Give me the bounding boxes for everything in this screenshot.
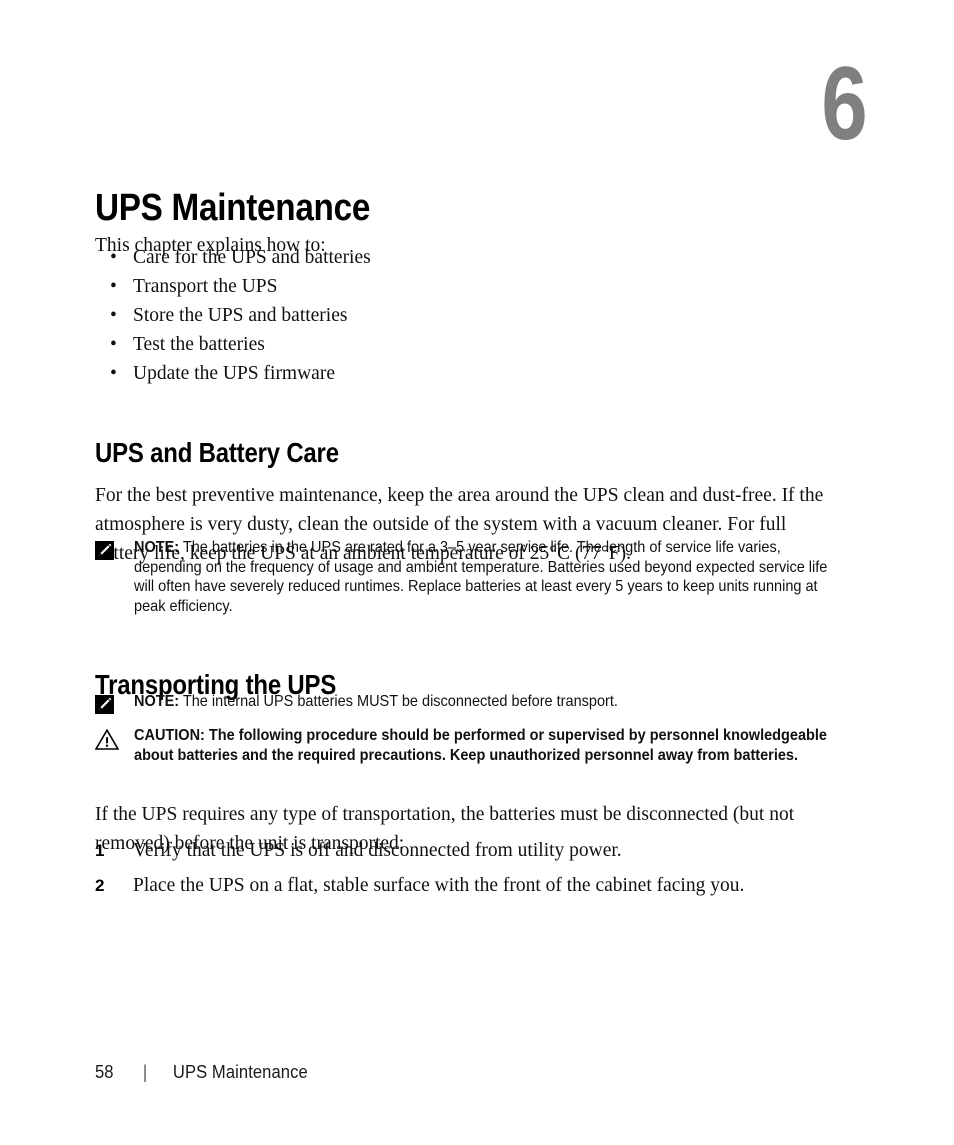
- list-item: • Store the UPS and batteries: [95, 301, 795, 330]
- list-item: 1 Verify that the UPS is off and disconn…: [95, 836, 855, 865]
- warning-triangle-icon: [95, 726, 121, 750]
- bullet-icon: •: [110, 334, 117, 355]
- list-item-label: Test the batteries: [133, 334, 265, 355]
- bullet-icon: •: [110, 276, 117, 297]
- list-item-label: Care for the UPS and batteries: [133, 247, 371, 268]
- bullet-icon: •: [110, 247, 117, 268]
- note-block-transport: NOTE: The internal UPS batteries MUST be…: [95, 692, 885, 714]
- list-item-label: Transport the UPS: [133, 276, 278, 297]
- note-label: NOTE:: [134, 539, 180, 556]
- list-item: • Update the UPS firmware: [95, 359, 795, 388]
- note-text: The batteries in the UPS are rated for a…: [134, 539, 828, 615]
- list-item-label: Store the UPS and batteries: [133, 305, 348, 326]
- transport-steps-list: 1 Verify that the UPS is off and disconn…: [95, 836, 855, 906]
- document-page: 6 UPS Maintenance This chapter explains …: [0, 0, 954, 1145]
- note-pencil-icon: [95, 692, 121, 714]
- list-item-label: Update the UPS firmware: [133, 363, 335, 384]
- caution-text: The following procedure should be perfor…: [134, 727, 827, 764]
- step-number: 2: [95, 876, 105, 895]
- note-body: NOTE: The internal UPS batteries MUST be…: [134, 692, 832, 712]
- step-text: Verify that the UPS is off and disconnec…: [133, 840, 622, 861]
- note-pencil-icon: [95, 538, 121, 560]
- caution-block-transport: CAUTION: The following procedure should …: [95, 726, 885, 765]
- list-item: • Care for the UPS and batteries: [95, 243, 795, 272]
- chapter-number: 6: [821, 46, 867, 162]
- note-label: NOTE:: [134, 693, 180, 710]
- bullet-icon: •: [110, 363, 117, 384]
- list-item: 2 Place the UPS on a flat, stable surfac…: [95, 871, 855, 900]
- section-heading-ups-and-battery-care: UPS and Battery Care: [95, 436, 339, 468]
- caution-body: CAUTION: The following procedure should …: [134, 726, 832, 765]
- step-text: Place the UPS on a flat, stable surface …: [133, 875, 745, 896]
- caution-label: CAUTION:: [134, 727, 205, 744]
- note-block-battery-life: NOTE: The batteries in the UPS are rated…: [95, 538, 885, 616]
- note-body: NOTE: The batteries in the UPS are rated…: [134, 538, 832, 616]
- footer-chapter-title: UPS Maintenance: [172, 1062, 308, 1082]
- bullet-icon: •: [110, 305, 117, 326]
- footer-separator: |: [142, 1062, 148, 1082]
- page-title: UPS Maintenance: [95, 187, 371, 230]
- step-number: 1: [95, 841, 105, 860]
- note-text: The internal UPS batteries MUST be disco…: [179, 693, 618, 710]
- list-item: • Test the batteries: [95, 330, 795, 359]
- footer-page-number: 58: [95, 1062, 114, 1082]
- page-footer: 58 | UPS Maintenance: [95, 1060, 308, 1084]
- chapter-topics-list: • Care for the UPS and batteries • Trans…: [95, 243, 795, 388]
- list-item: • Transport the UPS: [95, 272, 795, 301]
